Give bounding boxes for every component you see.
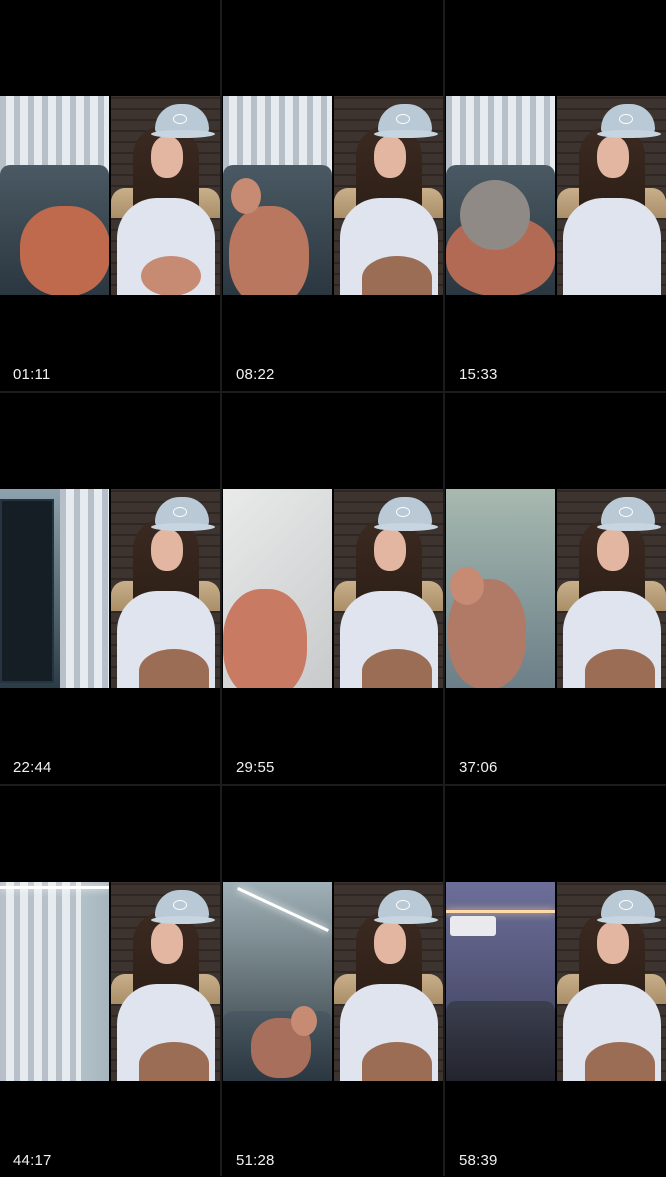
right-video-feed xyxy=(557,96,666,295)
right-video-feed xyxy=(557,489,666,688)
right-video-feed xyxy=(557,882,666,1081)
left-video-feed xyxy=(0,489,109,688)
thumbnail-3[interactable]: 15:33 xyxy=(446,0,666,391)
video-frame-6 xyxy=(446,489,666,688)
timestamp: 22:44 xyxy=(13,759,52,776)
video-frame-3 xyxy=(446,96,666,295)
video-frame-8 xyxy=(223,882,443,1081)
left-video-feed xyxy=(0,96,109,295)
right-video-feed xyxy=(334,489,443,688)
grid-divider xyxy=(0,391,666,393)
left-video-feed xyxy=(446,882,555,1081)
video-frame-4 xyxy=(0,489,220,688)
video-frame-1 xyxy=(0,96,220,295)
timestamp: 51:28 xyxy=(236,1152,275,1169)
thumbnail-8[interactable]: 51:28 xyxy=(223,786,443,1177)
right-video-feed xyxy=(334,96,443,295)
right-video-feed xyxy=(111,96,220,295)
timestamp: 01:11 xyxy=(13,366,51,383)
left-video-feed xyxy=(0,882,109,1081)
thumbnail-1[interactable]: 01:11 xyxy=(0,0,220,391)
right-video-feed xyxy=(111,882,220,1081)
thumbnail-7[interactable]: 44:17 xyxy=(0,786,220,1177)
left-video-feed xyxy=(446,489,555,688)
timestamp: 29:55 xyxy=(236,759,275,776)
timestamp: 44:17 xyxy=(13,1152,52,1169)
thumbnail-5[interactable]: 29:55 xyxy=(223,393,443,784)
right-video-feed xyxy=(111,489,220,688)
grid-divider xyxy=(443,0,445,1176)
video-frame-7 xyxy=(0,882,220,1081)
video-thumbnail-grid: 01:11 08:22 15:33 22:44 29:55 37:06 44:1… xyxy=(0,0,666,1177)
thumbnail-6[interactable]: 37:06 xyxy=(446,393,666,784)
grid-divider xyxy=(220,0,222,1176)
timestamp: 15:33 xyxy=(459,366,498,383)
thumbnail-9[interactable]: 58:39 xyxy=(446,786,666,1177)
video-frame-2 xyxy=(223,96,443,295)
timestamp: 08:22 xyxy=(236,366,275,383)
grid-divider xyxy=(0,784,666,786)
left-video-feed xyxy=(223,882,332,1081)
right-video-feed xyxy=(334,882,443,1081)
thumbnail-2[interactable]: 08:22 xyxy=(223,0,443,391)
timestamp: 37:06 xyxy=(459,759,498,776)
thumbnail-4[interactable]: 22:44 xyxy=(0,393,220,784)
video-frame-5 xyxy=(223,489,443,688)
left-video-feed xyxy=(223,489,332,688)
timestamp: 58:39 xyxy=(459,1152,498,1169)
video-frame-9 xyxy=(446,882,666,1081)
left-video-feed xyxy=(223,96,332,295)
left-video-feed xyxy=(446,96,555,295)
